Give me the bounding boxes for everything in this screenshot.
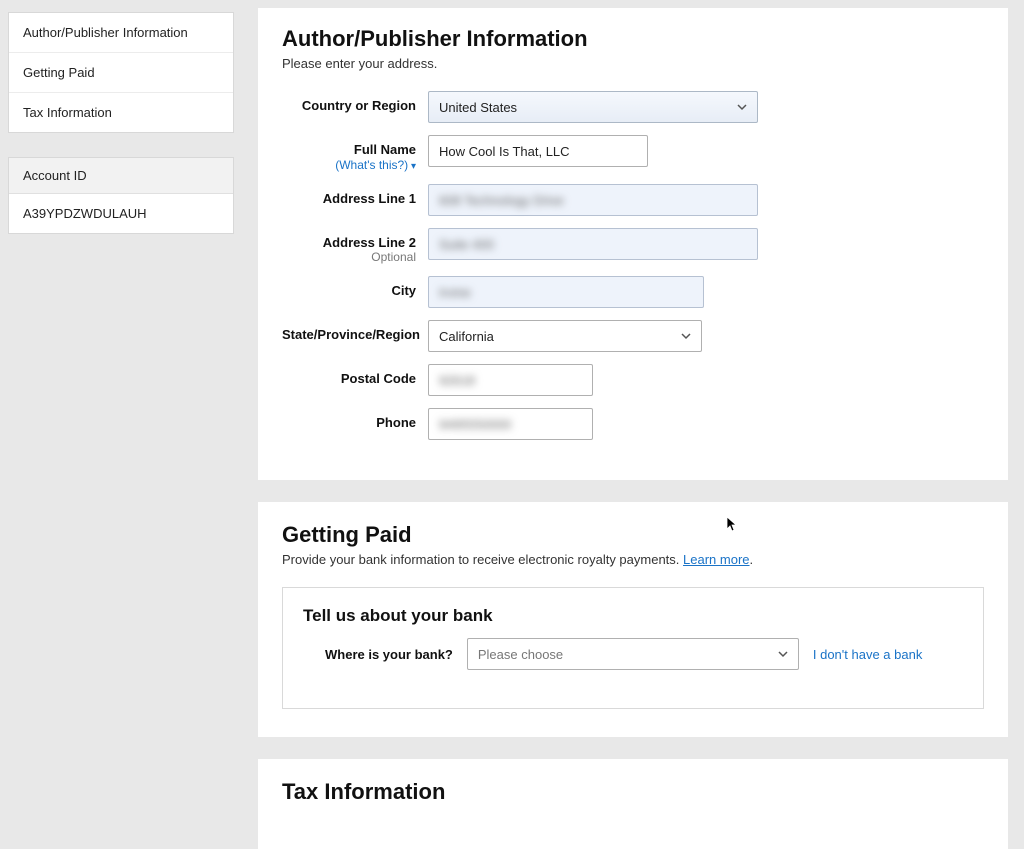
label-state: State/Province/Region <box>282 320 428 342</box>
nav-author-publisher[interactable]: Author/Publisher Information <box>9 13 233 52</box>
panel-tax-info: Tax Information <box>258 759 1008 849</box>
label-address2-sub: Optional <box>282 250 416 264</box>
postal-input[interactable]: 92618 <box>428 364 593 396</box>
bank-title: Tell us about your bank <box>303 606 963 626</box>
no-bank-link[interactable]: I don't have a bank <box>813 647 922 662</box>
label-full-name: Full Name (What's this?) <box>282 135 428 172</box>
getting-paid-title: Getting Paid <box>282 522 984 548</box>
phone-input[interactable]: 9495550000 <box>428 408 593 440</box>
bank-location-select[interactable]: Please choose <box>467 638 799 670</box>
chevron-down-icon <box>778 649 788 659</box>
postal-value: 92618 <box>439 373 475 388</box>
state-value: California <box>439 329 494 344</box>
page-title: Author/Publisher Information <box>282 26 984 52</box>
tax-title: Tax Information <box>282 779 984 805</box>
city-value: Irvine <box>439 285 471 300</box>
sidebar-nav: Author/Publisher Information Getting Pai… <box>8 12 234 133</box>
bank-select-placeholder: Please choose <box>478 647 563 662</box>
getting-paid-sub-text: Provide your bank information to receive… <box>282 552 683 567</box>
panel-author-publisher: Author/Publisher Information Please ente… <box>258 8 1008 480</box>
country-select[interactable]: United States <box>428 91 758 123</box>
period: . <box>750 552 754 567</box>
address1-value: 608 Technology Drive <box>439 193 564 208</box>
label-city: City <box>282 276 428 298</box>
account-id-label: Account ID <box>9 158 233 194</box>
address2-input[interactable]: Suite 400 <box>428 228 758 260</box>
label-phone: Phone <box>282 408 428 430</box>
panel-getting-paid: Getting Paid Provide your bank informati… <box>258 502 1008 737</box>
label-address1: Address Line 1 <box>282 184 428 206</box>
label-country: Country or Region <box>282 91 428 113</box>
bank-box: Tell us about your bank Where is your ba… <box>282 587 984 709</box>
full-name-input[interactable] <box>428 135 648 167</box>
chevron-down-icon <box>737 102 747 112</box>
label-postal: Postal Code <box>282 364 428 386</box>
account-id-value: A39YPDZWDULAUH <box>9 194 233 233</box>
nav-getting-paid[interactable]: Getting Paid <box>9 52 233 92</box>
phone-value: 9495550000 <box>439 417 511 432</box>
city-input[interactable]: Irvine <box>428 276 704 308</box>
learn-more-link[interactable]: Learn more <box>683 552 749 567</box>
address2-value: Suite 400 <box>439 237 494 252</box>
address1-input[interactable]: 608 Technology Drive <box>428 184 758 216</box>
nav-tax-info[interactable]: Tax Information <box>9 92 233 132</box>
account-id-box: Account ID A39YPDZWDULAUH <box>8 157 234 234</box>
chevron-down-icon <box>681 331 691 341</box>
whats-this-link[interactable]: (What's this?) <box>335 158 416 172</box>
country-value: United States <box>439 100 517 115</box>
page-subtitle: Please enter your address. <box>282 56 984 71</box>
label-full-name-text: Full Name <box>354 142 416 157</box>
label-address2-text: Address Line 2 <box>323 235 416 250</box>
getting-paid-subtitle: Provide your bank information to receive… <box>282 552 984 567</box>
bank-label: Where is your bank? <box>325 647 453 662</box>
label-address2: Address Line 2 Optional <box>282 228 428 264</box>
state-select[interactable]: California <box>428 320 702 352</box>
